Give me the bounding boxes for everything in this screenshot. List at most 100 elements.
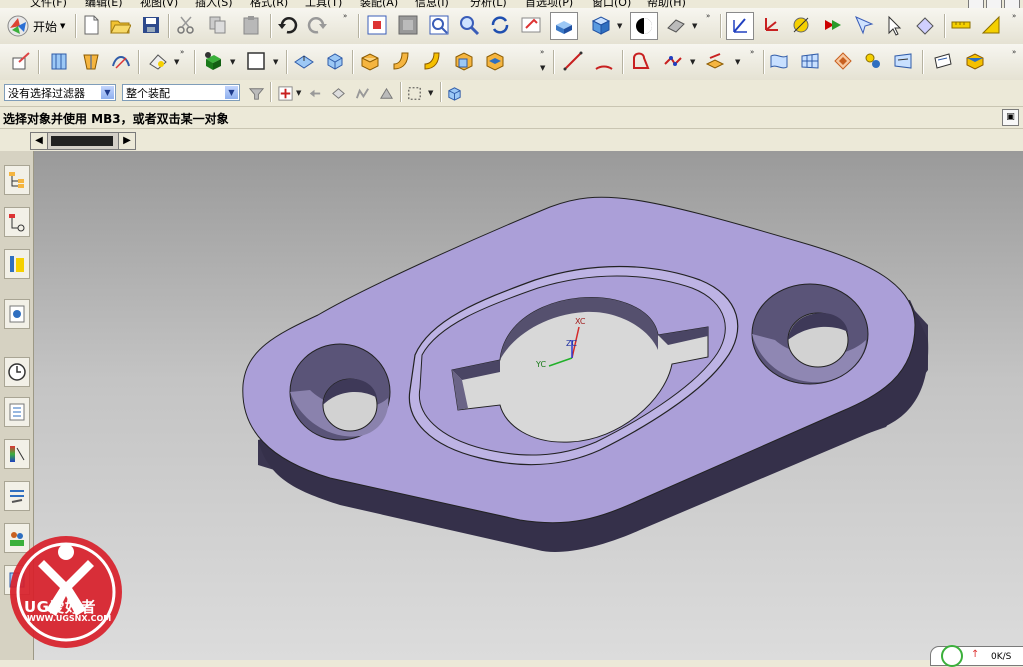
- menu-assembly[interactable]: 装配(A): [360, 0, 398, 8]
- cut-button[interactable]: [173, 12, 199, 38]
- spline-button[interactable]: [628, 48, 654, 74]
- feature-button[interactable]: [108, 48, 134, 74]
- start-button[interactable]: 开始 ▼: [6, 13, 65, 39]
- cone-button[interactable]: [388, 48, 414, 74]
- menu-format[interactable]: 格式(R): [250, 0, 288, 8]
- copy-button[interactable]: [205, 12, 231, 38]
- wcs-button[interactable]: [726, 12, 754, 40]
- part-navigator-tab[interactable]: [4, 207, 30, 237]
- menu-analysis[interactable]: 分析(L): [470, 0, 507, 8]
- mesh-button[interactable]: [797, 48, 823, 74]
- select-curve-button[interactable]: [352, 83, 372, 103]
- chevron-down-icon[interactable]: ▼: [692, 22, 697, 30]
- new-button[interactable]: [78, 12, 104, 38]
- through-curves-button[interactable]: [766, 48, 792, 74]
- sweep-button[interactable]: [830, 48, 856, 74]
- datum-button[interactable]: [788, 12, 814, 38]
- color-button[interactable]: [962, 48, 988, 74]
- chevron-down-icon[interactable]: ▼: [617, 22, 622, 30]
- chevron-down-icon[interactable]: ▼: [273, 58, 278, 66]
- toolbar-overflow-icon[interactable]: »: [540, 48, 544, 56]
- render-style-button[interactable]: [588, 12, 614, 38]
- rectangle-select-button[interactable]: [404, 83, 424, 103]
- background-button[interactable]: [663, 12, 689, 38]
- chevron-down-icon[interactable]: ▼: [428, 89, 433, 97]
- extrude-button[interactable]: [46, 48, 72, 74]
- menu-view[interactable]: 视图(V): [140, 0, 178, 8]
- surface-button[interactable]: [291, 48, 317, 74]
- menu-help[interactable]: 帮助(H): [647, 0, 686, 8]
- feature-op-button[interactable]: [145, 48, 171, 74]
- rectangle-button[interactable]: [243, 48, 269, 74]
- rotate-button[interactable]: [487, 12, 513, 38]
- maximize-icon[interactable]: ▣: [1002, 109, 1019, 126]
- web-browser-tab[interactable]: [4, 299, 30, 329]
- chevron-down-icon[interactable]: ▼: [230, 58, 235, 66]
- scroll-thumb[interactable]: [51, 136, 113, 146]
- graphics-window[interactable]: XC YC ZC: [34, 151, 1023, 660]
- curve-button[interactable]: [660, 48, 686, 74]
- menu-preferences[interactable]: 首选项(P): [525, 0, 573, 8]
- view-orient-button[interactable]: [518, 12, 544, 38]
- toolbar-overflow-icon[interactable]: »: [706, 12, 710, 20]
- paste-button[interactable]: [238, 12, 264, 38]
- sketch-button[interactable]: [8, 48, 34, 74]
- toolbar-overflow-icon[interactable]: »: [343, 12, 347, 20]
- view-model-button[interactable]: [444, 83, 464, 103]
- roles-tab[interactable]: [4, 481, 30, 511]
- menu-edit[interactable]: 编辑(E): [85, 0, 123, 8]
- chevron-down-icon[interactable]: ▼: [735, 58, 740, 66]
- drafting-button[interactable]: [890, 48, 916, 74]
- visualization-tab[interactable]: [4, 439, 30, 469]
- offset-button[interactable]: [860, 48, 886, 74]
- save-button[interactable]: [138, 12, 164, 38]
- select-button[interactable]: [851, 12, 877, 38]
- hole-button[interactable]: [200, 48, 226, 74]
- menu-window[interactable]: 窗口(O): [592, 0, 631, 8]
- fit-button[interactable]: [364, 12, 390, 38]
- scope-select[interactable]: 整个装配 ▼: [122, 84, 240, 101]
- toolbar-overflow-icon[interactable]: »: [180, 48, 184, 56]
- toolbar-overflow-icon[interactable]: »: [750, 48, 754, 56]
- restore-button[interactable]: [986, 0, 1002, 8]
- reuse-library-tab[interactable]: [4, 249, 30, 279]
- scroll-left-icon[interactable]: ◀: [31, 133, 48, 149]
- redo-button[interactable]: [305, 12, 331, 38]
- chamfer-button[interactable]: [482, 48, 508, 74]
- history-tab[interactable]: [4, 357, 30, 387]
- menu-file[interactable]: 文件(F): [30, 0, 67, 8]
- edge-blend-button[interactable]: [451, 48, 477, 74]
- select-face-button[interactable]: [376, 83, 396, 103]
- reset-selection-button[interactable]: [304, 83, 324, 103]
- process-studio-tab[interactable]: [4, 397, 30, 427]
- block-button[interactable]: [322, 48, 348, 74]
- datum-csys-button[interactable]: [758, 12, 784, 38]
- undo-button[interactable]: [274, 12, 300, 38]
- chevron-down-icon[interactable]: ▼: [174, 58, 179, 66]
- analysis-button[interactable]: [978, 12, 1004, 38]
- menu-insert[interactable]: 插入(S): [195, 0, 233, 8]
- show-hide-button[interactable]: [882, 12, 908, 38]
- zoom-button[interactable]: [426, 12, 452, 38]
- scroll-right-icon[interactable]: ▶: [118, 133, 135, 149]
- line-button[interactable]: [560, 48, 586, 74]
- snap-button[interactable]: [820, 12, 846, 38]
- sphere-button[interactable]: [419, 48, 445, 74]
- magnify-button[interactable]: [456, 12, 482, 38]
- type-filter-select[interactable]: 没有选择过滤器 ▼: [4, 84, 116, 101]
- assembly-navigator-tab[interactable]: [4, 165, 30, 195]
- measure-button[interactable]: [948, 12, 974, 38]
- cylinder-button[interactable]: [357, 48, 383, 74]
- select-feature-button[interactable]: [328, 83, 348, 103]
- toolbar-overflow-icon[interactable]: »: [1012, 12, 1016, 20]
- part-model[interactable]: XC YC ZC: [34, 151, 1023, 660]
- menu-tools[interactable]: 工具(T): [305, 0, 342, 8]
- revolve-button[interactable]: [78, 48, 104, 74]
- chevron-down-icon[interactable]: ▼: [690, 58, 695, 66]
- arc-button[interactable]: [591, 48, 617, 74]
- close-button[interactable]: [1004, 0, 1020, 8]
- chevron-down-icon[interactable]: ▼: [296, 89, 301, 97]
- toolbar-overflow-icon[interactable]: »: [1012, 48, 1016, 56]
- chevron-down-icon[interactable]: ▼: [540, 64, 545, 72]
- blank-button[interactable]: [912, 12, 938, 38]
